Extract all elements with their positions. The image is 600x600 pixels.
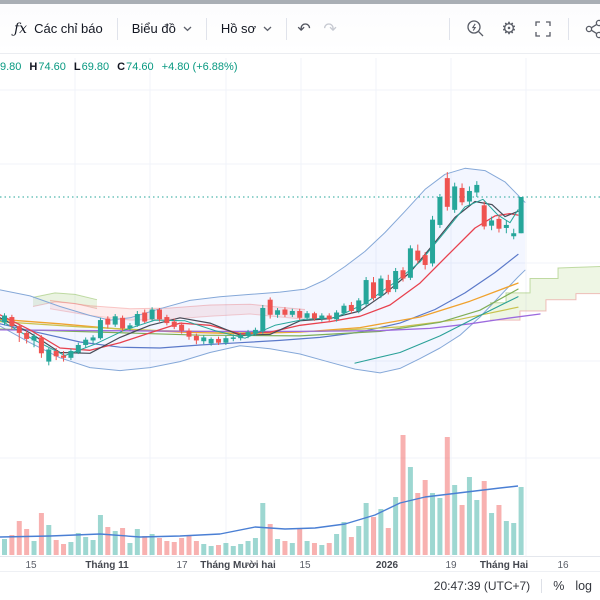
chart-toolbar: ƒx Các chỉ báo Biểu đồ Hồ sơ ↶ ↷ ⚙ (0, 4, 600, 54)
snapshot-zoom-button[interactable] (462, 16, 488, 42)
chevron-down-icon (263, 26, 272, 31)
indicators-label: Các chỉ báo (34, 21, 103, 36)
time-axis-label: Tháng Hai (479, 560, 529, 571)
chevron-down-icon (183, 26, 192, 31)
fullscreen-button[interactable] (530, 16, 556, 42)
clock-label[interactable]: 20:47:39 (UTC+7) (434, 579, 530, 593)
trading-chart-app: ƒx Các chỉ báo Biểu đồ Hồ sơ ↶ ↷ ⚙ 9.80 … (0, 0, 600, 600)
settings-gear-icon: ⚙ (501, 18, 517, 38)
low-label: L (73, 61, 81, 73)
percent-scale-button[interactable]: % (553, 579, 564, 593)
undo-button[interactable]: ↶ (291, 16, 317, 42)
time-axis-label: 2026 (375, 560, 399, 571)
log-scale-button[interactable]: log (575, 579, 592, 593)
change-value: +4.80 (+6.88%) (161, 61, 238, 73)
time-axis-label: 15 (25, 560, 37, 571)
bottom-status-bar: 20:47:39 (UTC+7) % log (0, 571, 600, 600)
indicators-button[interactable]: ƒx Các chỉ báo (4, 14, 113, 44)
time-axis-label: 15 (299, 560, 311, 571)
time-axis-label: 16 (557, 560, 569, 571)
time-axis-label: 19 (445, 560, 457, 571)
share-icon (585, 19, 600, 38)
fx-icon: ƒx (14, 20, 28, 37)
price-chart-canvas[interactable] (0, 0, 600, 600)
divider (205, 17, 207, 40)
divider (449, 17, 450, 40)
low-value: 69.80 (81, 61, 110, 73)
time-axis-label: Tháng 11 (85, 560, 129, 571)
close-label: C (117, 61, 126, 73)
divider (286, 17, 288, 40)
share-button[interactable] (581, 16, 600, 42)
time-axis[interactable]: 15 Tháng 11 17 Tháng Mười hai 15 2026 19 Tháng … (0, 556, 600, 572)
redo-button[interactable]: ↷ (317, 16, 343, 42)
open-value: 9.80 (0, 61, 22, 73)
high-value: 74.60 (38, 61, 66, 73)
undo-icon: ↶ (297, 20, 311, 38)
redo-icon: ↷ (323, 20, 337, 38)
fullscreen-icon (535, 20, 551, 37)
ohlc-legend: 9.80 H 74.60 L 69.80 C 74.60 +4.80 (+6.88%) (0, 61, 238, 73)
settings-button[interactable]: ⚙ (496, 16, 522, 42)
chart-style-menu-button[interactable]: Biểu đồ (122, 14, 202, 43)
divider (568, 17, 569, 40)
high-label: H (29, 61, 38, 73)
divider (541, 579, 543, 593)
time-axis-label: Tháng Mười hai (200, 560, 276, 571)
profile-menu-label: Hồ sơ (220, 21, 257, 36)
chart-menu-label: Biểu đồ (131, 21, 176, 36)
time-axis-label: 17 (176, 560, 188, 571)
close-value: 74.60 (126, 61, 154, 73)
snapshot-zoom-icon (466, 20, 483, 37)
profile-menu-button[interactable]: Hồ sơ (211, 14, 282, 43)
divider (116, 17, 118, 40)
toolbar-right-group: ⚙ (445, 16, 600, 42)
